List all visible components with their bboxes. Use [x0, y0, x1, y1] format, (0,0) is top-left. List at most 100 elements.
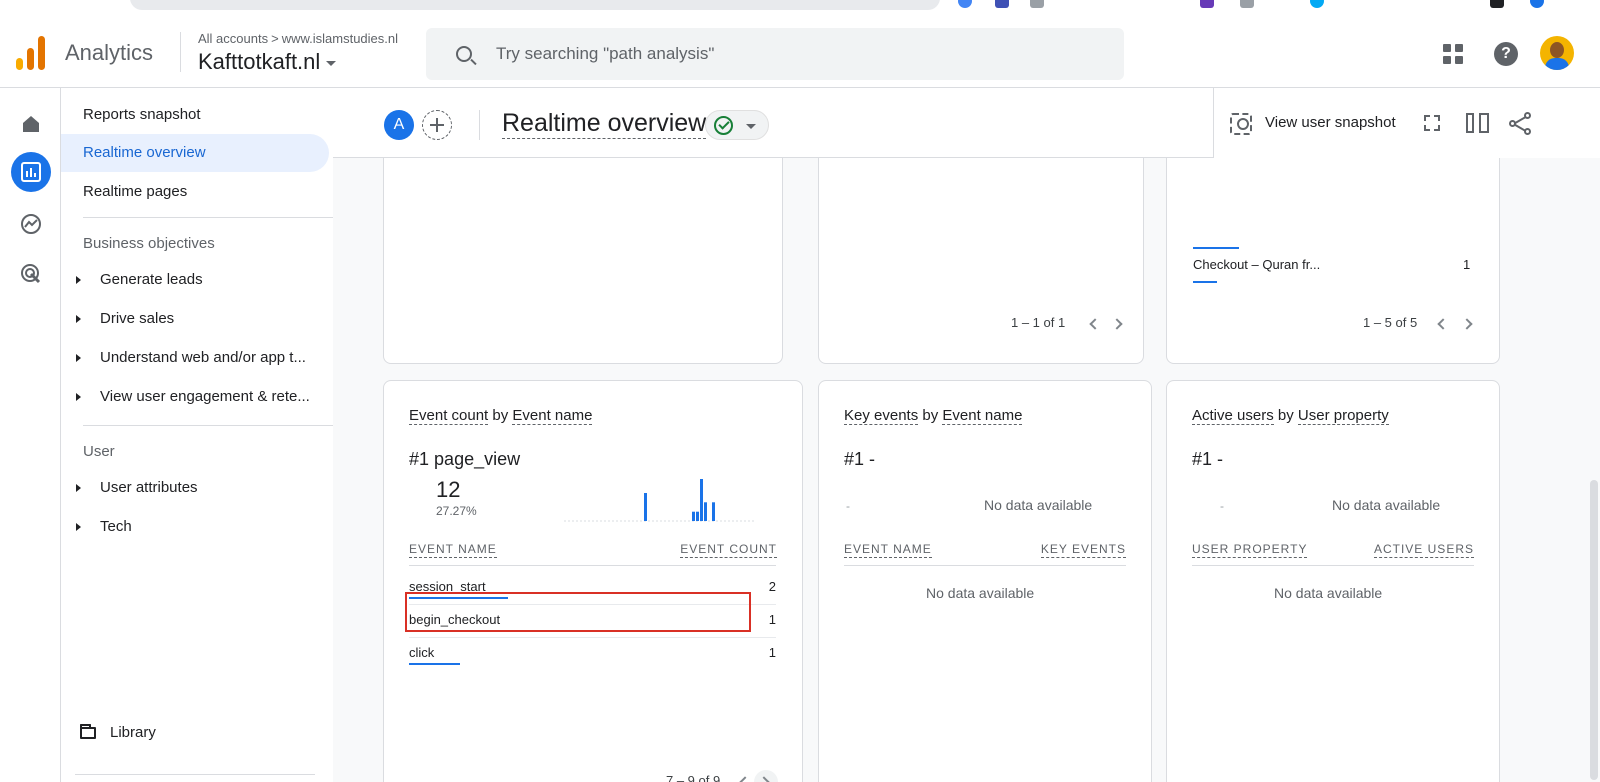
pager-label: 1 – 5 of 5: [1363, 315, 1418, 330]
column-header-event-name[interactable]: EVENT NAME: [844, 541, 932, 558]
chevron-left-icon[interactable]: [739, 776, 751, 782]
page-title[interactable]: Realtime overview: [502, 108, 707, 139]
user-snapshot-icon[interactable]: [1230, 113, 1252, 135]
card-event-count: Event count by Event name #1 page_view 1…: [383, 380, 803, 782]
no-data-message: No data available: [984, 497, 1093, 513]
avatar-body: [1545, 58, 1569, 70]
library-label: Library: [110, 724, 156, 741]
row-event-name: click: [409, 645, 435, 660]
no-data-message: No data available: [1332, 497, 1441, 513]
row-bar: [1193, 281, 1217, 283]
nav-tech[interactable]: Tech: [61, 508, 333, 546]
metric-selector[interactable]: Event count: [409, 407, 489, 425]
section-user[interactable]: User: [83, 443, 373, 460]
extension-icon[interactable]: [1310, 0, 1324, 8]
browser-address-bar[interactable]: [130, 0, 940, 10]
nav-drive-sales[interactable]: Drive sales: [61, 300, 333, 338]
left-nav-rail: [0, 88, 61, 782]
row-event-count: 2: [768, 579, 776, 594]
profile-icon[interactable]: [1530, 0, 1544, 8]
advertising-icon[interactable]: [11, 254, 51, 294]
metric-selector[interactable]: Active users: [1192, 407, 1274, 425]
nav-view-engagement[interactable]: View user engagement & rete...: [61, 378, 333, 416]
section-title: User: [83, 443, 115, 460]
table-header-line: [409, 565, 776, 566]
share-icon[interactable]: [1509, 112, 1533, 136]
column-header-active-users[interactable]: ACTIVE USERS: [1373, 541, 1474, 558]
extension-icon[interactable]: [1030, 0, 1044, 8]
search-bar[interactable]: [426, 28, 1124, 80]
extension-icon[interactable]: [958, 0, 972, 8]
nav-label: View user engagement & rete...: [100, 388, 310, 405]
app-header: Analytics All accounts > www.islamstudies.…: [0, 14, 1600, 88]
analytics-logo-icon[interactable]: [16, 36, 46, 70]
breadcrumb-all-accounts[interactable]: All accounts: [198, 31, 268, 46]
nav-label: Generate leads: [100, 271, 203, 288]
property-selector[interactable]: Kafttotkaft.nl: [198, 49, 337, 75]
sparkline-bar[interactable]: [644, 493, 647, 521]
apps-grid-icon[interactable]: [1443, 44, 1463, 64]
search-input[interactable]: [496, 40, 1096, 68]
add-comparison-button[interactable]: [422, 110, 452, 140]
help-icon[interactable]: ?: [1494, 42, 1518, 66]
compare-icon[interactable]: [1466, 113, 1490, 133]
column-header-event-count[interactable]: EVENT COUNT: [680, 541, 777, 558]
breadcrumb-separator: >: [271, 31, 279, 46]
reports-icon[interactable]: [11, 152, 51, 192]
card-top-right: Checkout – Quran fr... 1 1 – 5 of 5: [1166, 128, 1500, 364]
nav-realtime-pages[interactable]: Realtime pages: [61, 173, 329, 211]
nav-user-attributes[interactable]: User attributes: [61, 469, 333, 507]
expand-arrow-icon: [76, 276, 81, 284]
chevron-left-icon[interactable]: [1437, 318, 1449, 330]
sparkline-placeholder: -: [846, 499, 850, 513]
avatar[interactable]: [1540, 36, 1574, 70]
sidebar-divider: [83, 425, 371, 426]
extension-icon[interactable]: [1240, 0, 1254, 8]
view-user-snapshot-button[interactable]: View user snapshot: [1265, 114, 1396, 131]
comparison-segment-chip[interactable]: A: [384, 110, 414, 140]
event-sparkline[interactable]: [564, 476, 756, 522]
page-scrollbar[interactable]: [1590, 480, 1598, 780]
extension-icon[interactable]: [1490, 0, 1504, 8]
top-item-percent: 27.27%: [436, 504, 477, 518]
metric-selector[interactable]: Key events: [844, 407, 919, 425]
dimension-selector[interactable]: User property: [1297, 407, 1389, 425]
extension-icon[interactable]: [995, 0, 1009, 8]
nav-generate-leads[interactable]: Generate leads: [61, 261, 333, 299]
dimension-selector[interactable]: Event name: [512, 407, 593, 425]
row-event-count: 1: [768, 612, 776, 627]
report-status-chip[interactable]: [705, 110, 769, 140]
nav-realtime-overview[interactable]: Realtime overview: [61, 134, 329, 172]
sparkline-bar[interactable]: [712, 502, 715, 521]
chevron-right-icon[interactable]: [1111, 318, 1123, 330]
column-header-user-property[interactable]: USER PROPERTY: [1192, 541, 1308, 558]
sparkline-bar[interactable]: [692, 511, 695, 521]
header-divider: [180, 32, 181, 72]
chevron-right-icon[interactable]: [1461, 318, 1473, 330]
home-icon[interactable]: [11, 104, 51, 144]
column-header-key-events[interactable]: KEY EVENTS: [1040, 541, 1126, 558]
column-header-event-name[interactable]: EVENT NAME: [409, 541, 497, 558]
sparkline-bar[interactable]: [696, 511, 699, 521]
sparkline-bar[interactable]: [700, 479, 703, 521]
breadcrumb-account[interactable]: www.islamstudies.nl: [282, 31, 398, 46]
fullscreen-icon[interactable]: [1424, 115, 1440, 131]
chevron-left-icon[interactable]: [1089, 318, 1101, 330]
nav-understand-traffic[interactable]: Understand web and/or app t...: [61, 339, 333, 377]
row-name[interactable]: Checkout – Quran fr...: [1193, 257, 1320, 272]
top-item-name: -: [1217, 449, 1224, 469]
top-item-value: 12: [436, 477, 461, 502]
sparkline-bar[interactable]: [704, 502, 707, 521]
table-header-line: [1192, 565, 1474, 566]
section-business-objectives[interactable]: Business objectives: [83, 235, 373, 252]
account-breadcrumb[interactable]: All accounts > www.islamstudies.nl: [198, 31, 398, 46]
row-event-count: 1: [768, 645, 776, 660]
explore-icon[interactable]: [11, 204, 51, 244]
dimension-selector[interactable]: Event name: [942, 407, 1023, 425]
nav-library[interactable]: Library: [78, 722, 156, 744]
table-row[interactable]: click 1: [409, 637, 776, 670]
extension-icon[interactable]: [1200, 0, 1214, 8]
card-key-events: Key events by Event name #1 - - No data …: [818, 380, 1152, 782]
top-item: #1 -: [844, 449, 875, 470]
nav-reports-snapshot[interactable]: Reports snapshot: [61, 96, 329, 134]
